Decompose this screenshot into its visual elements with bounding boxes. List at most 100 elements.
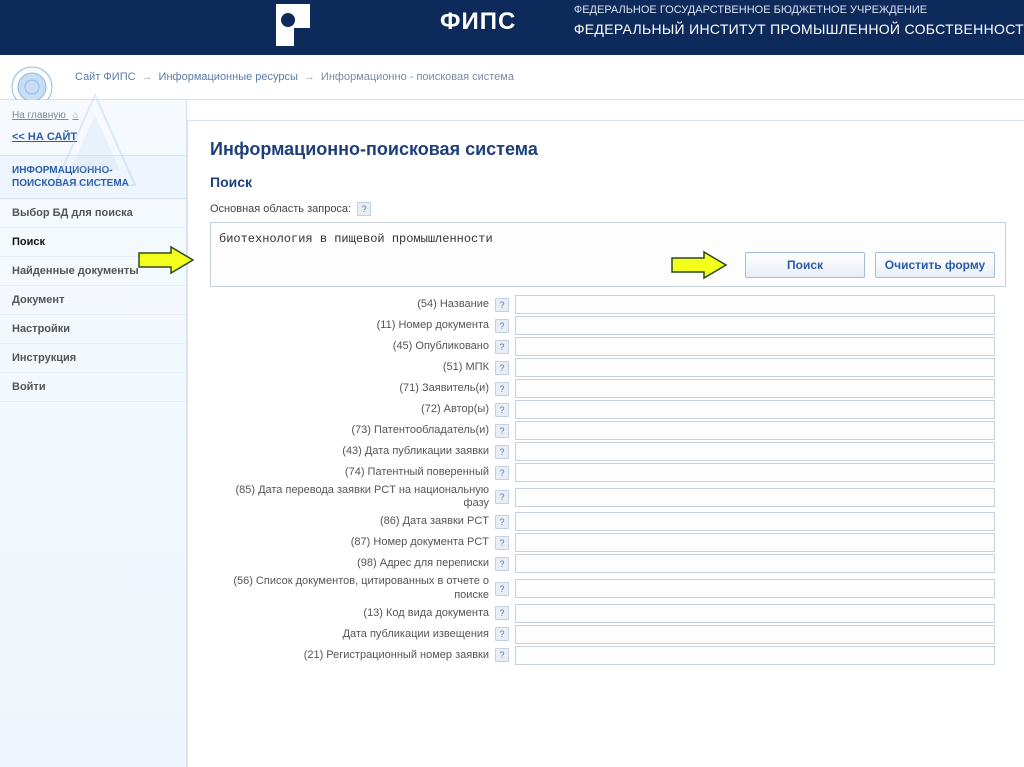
sidebar-item[interactable]: Войти — [0, 373, 186, 402]
field-row: (86) Дата заявки PCT? — [210, 512, 1006, 531]
page-title: Информационно-поисковая система — [210, 139, 1006, 160]
field-label: Дата публикации извещения — [210, 628, 495, 641]
search-fields: (54) Название?(11) Номер документа?(45) … — [210, 295, 1006, 665]
field-label: (13) Код вида документа — [210, 607, 495, 620]
main-query-label-row: Основная область запроса: ? — [210, 202, 1006, 216]
field-label: (21) Регистрационный номер заявки — [210, 649, 495, 662]
sidebar-section-title: ИНФОРМАЦИОННО-ПОИСКОВАЯ СИСТЕМА — [0, 155, 186, 199]
sidebar-item[interactable]: Документ — [0, 286, 186, 315]
field-row: (43) Дата публикации заявки? — [210, 442, 1006, 461]
field-input[interactable] — [515, 579, 995, 598]
field-label: (73) Патентообладатель(и) — [210, 424, 495, 437]
field-input[interactable] — [515, 488, 995, 507]
field-input[interactable] — [515, 463, 995, 482]
help-icon[interactable]: ? — [495, 340, 509, 354]
field-input[interactable] — [515, 646, 995, 665]
field-label: (56) Список документов, цитированных в о… — [210, 575, 495, 601]
field-row: (13) Код вида документа? — [210, 604, 1006, 623]
field-label: (71) Заявитель(и) — [210, 382, 495, 395]
sidebar-item[interactable]: Поиск — [0, 228, 186, 257]
sidebar: На главную ⌂ << НА САЙТ ИНФОРМАЦИОННО-ПО… — [0, 100, 187, 767]
field-input[interactable] — [515, 337, 995, 356]
field-label: (86) Дата заявки PCT — [210, 515, 495, 528]
field-row: (56) Список документов, цитированных в о… — [210, 575, 1006, 601]
clear-button[interactable]: Очистить форму — [875, 252, 995, 278]
help-icon[interactable]: ? — [495, 298, 509, 312]
help-icon[interactable]: ? — [495, 361, 509, 375]
sidebar-item[interactable]: Выбор БД для поиска — [0, 199, 186, 228]
help-icon[interactable]: ? — [495, 424, 509, 438]
breadcrumb-item-1[interactable]: Информационные ресурсы — [159, 71, 298, 83]
field-row: (98) Адрес для переписки? — [210, 554, 1006, 573]
help-icon[interactable]: ? — [495, 382, 509, 396]
top-banner: ФИПС ФЕДЕРАЛЬНОЕ ГОСУДАРСТВЕННОЕ БЮДЖЕТН… — [0, 0, 1024, 55]
subtitle-line2: ФЕДЕРАЛЬНЫЙ ИНСТИТУТ ПРОМЫШЛЕННОЙ СОБСТВ… — [574, 19, 1024, 40]
field-input[interactable] — [515, 604, 995, 623]
field-row: Дата публикации извещения? — [210, 625, 1006, 644]
help-icon[interactable]: ? — [495, 582, 509, 596]
field-label: (11) Номер документа — [210, 319, 495, 332]
breadcrumb-item-2: Информационно - поисковая система — [321, 71, 514, 83]
field-label: (98) Адрес для переписки — [210, 557, 495, 570]
back-to-site-link[interactable]: << НА САЙТ — [0, 127, 186, 155]
field-row: (85) Дата перевода заявки PCT на национа… — [210, 484, 1006, 510]
help-icon[interactable]: ? — [495, 557, 509, 571]
sidebar-item[interactable]: Найденные документы — [0, 257, 186, 286]
sidebar-item[interactable]: Инструкция — [0, 344, 186, 373]
field-label: (51) МПК — [210, 361, 495, 374]
field-label: (74) Патентный поверенный — [210, 466, 495, 479]
breadcrumb-sep: → — [142, 71, 153, 83]
home-icon: ⌂ — [73, 110, 79, 121]
subtitle-line1: ФЕДЕРАЛЬНОЕ ГОСУДАРСТВЕННОЕ БЮДЖЕТНОЕ УЧ… — [574, 2, 1024, 19]
field-input[interactable] — [515, 400, 995, 419]
sidebar-item[interactable]: Настройки — [0, 315, 186, 344]
help-icon[interactable]: ? — [495, 403, 509, 417]
field-label: (72) Автор(ы) — [210, 403, 495, 416]
content-area: Информационно-поисковая система Поиск Ос… — [187, 120, 1024, 767]
field-input[interactable] — [515, 379, 995, 398]
field-input[interactable] — [515, 512, 995, 531]
field-row: (74) Патентный поверенный? — [210, 463, 1006, 482]
search-button[interactable]: Поиск — [745, 252, 865, 278]
help-icon[interactable]: ? — [357, 202, 371, 216]
main-query-box: Поиск Очистить форму — [210, 222, 1006, 287]
help-icon[interactable]: ? — [495, 445, 509, 459]
main-query-label: Основная область запроса: — [210, 203, 351, 215]
home-link[interactable]: На главную ⌂ — [0, 100, 186, 127]
help-icon[interactable]: ? — [495, 490, 509, 504]
help-icon[interactable]: ? — [495, 536, 509, 550]
field-row: (87) Номер документа PCT? — [210, 533, 1006, 552]
header-subtitle: ФЕДЕРАЛЬНОЕ ГОСУДАРСТВЕННОЕ БЮДЖЕТНОЕ УЧ… — [574, 2, 1024, 40]
breadcrumb: Сайт ФИПС → Информационные ресурсы → Инф… — [0, 55, 1024, 100]
field-label: (43) Дата публикации заявки — [210, 445, 495, 458]
field-label: (85) Дата перевода заявки PCT на национа… — [210, 484, 495, 510]
field-row: (11) Номер документа? — [210, 316, 1006, 335]
field-row: (51) МПК? — [210, 358, 1006, 377]
help-icon[interactable]: ? — [495, 627, 509, 641]
field-input[interactable] — [515, 295, 995, 314]
field-input[interactable] — [515, 554, 995, 573]
main-query-input[interactable] — [219, 232, 997, 246]
field-input[interactable] — [515, 533, 995, 552]
sidebar-nav: Выбор БД для поискаПоискНайденные докуме… — [0, 199, 186, 402]
logo-icon — [270, 0, 315, 50]
field-input[interactable] — [515, 421, 995, 440]
field-input[interactable] — [515, 625, 995, 644]
field-label: (54) Название — [210, 298, 495, 311]
field-row: (45) Опубликовано? — [210, 337, 1006, 356]
help-icon[interactable]: ? — [495, 648, 509, 662]
help-icon[interactable]: ? — [495, 466, 509, 480]
field-input[interactable] — [515, 358, 995, 377]
field-input[interactable] — [515, 442, 995, 461]
page-subtitle: Поиск — [210, 174, 1006, 190]
field-row: (73) Патентообладатель(и)? — [210, 421, 1006, 440]
help-icon[interactable]: ? — [495, 515, 509, 529]
brand-title: ФИПС — [440, 8, 516, 36]
field-input[interactable] — [515, 316, 995, 335]
help-icon[interactable]: ? — [495, 606, 509, 620]
help-icon[interactable]: ? — [495, 319, 509, 333]
breadcrumb-item-0[interactable]: Сайт ФИПС — [75, 71, 136, 83]
breadcrumb-sep: → — [304, 71, 315, 83]
field-label: (87) Номер документа PCT — [210, 536, 495, 549]
field-row: (21) Регистрационный номер заявки? — [210, 646, 1006, 665]
